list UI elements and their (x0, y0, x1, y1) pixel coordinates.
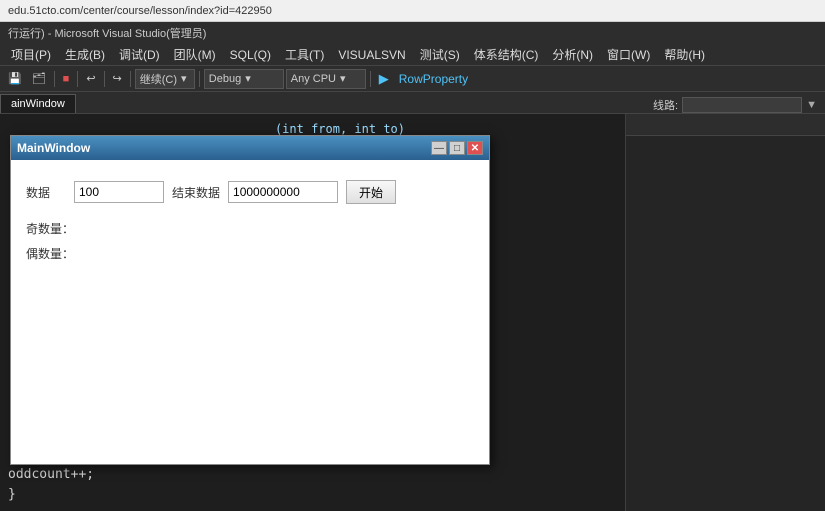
cpu-label: Any CPU (291, 73, 336, 85)
continue-dropdown[interactable]: 继续(C) ▾ (135, 69, 195, 89)
code-editor[interactable]: oddcount++; } (0, 461, 425, 511)
toolbar-separator-1 (54, 71, 55, 87)
menu-item-window[interactable]: 窗口(W) (600, 44, 657, 65)
start-button[interactable]: 开始 (346, 180, 396, 204)
search-label: 线路: (653, 97, 678, 113)
menu-item-project[interactable]: 项目(P) (4, 44, 58, 65)
dialog-close-button[interactable]: ✕ (467, 141, 483, 155)
result1-label: 奇数量： (26, 220, 74, 237)
cpu-arrow: ▾ (340, 72, 346, 85)
save-all-button[interactable]: 🗂 (28, 70, 50, 87)
code-line-1: oddcount++; (8, 465, 417, 485)
code-hint: (int from, int to) (275, 122, 405, 136)
end-data-label: 结束数据 (172, 184, 220, 201)
toolbar-separator-2 (77, 71, 78, 87)
right-panel (625, 114, 825, 511)
main-window-tab[interactable]: ainWindow (0, 94, 76, 113)
ide-container: 行运行) - Microsoft Visual Studio(管理员) 项目(P… (0, 22, 825, 511)
result-row-2: 偶数量： (26, 245, 474, 262)
stop-button[interactable]: ■ (59, 71, 74, 87)
ide-title: 行运行) - Microsoft Visual Studio(管理员) (8, 25, 206, 41)
title-bar: 行运行) - Microsoft Visual Studio(管理员) (0, 22, 825, 44)
menu-item-visualsvn[interactable]: VISUALSVN (331, 46, 412, 64)
result2-label: 偶数量： (26, 245, 74, 262)
menu-item-test[interactable]: 测试(S) (413, 44, 467, 65)
menu-item-tools[interactable]: 工具(T) (278, 44, 331, 65)
continue-label: 继续(C) (140, 71, 177, 87)
debug-mode-label: Debug (209, 73, 241, 85)
dialog-title-bar: MainWindow — □ ✕ (11, 136, 489, 160)
debug-arrow: ▾ (245, 72, 251, 85)
toolbar-separator-5 (199, 71, 200, 87)
menu-item-help[interactable]: 帮助(H) (657, 44, 712, 65)
menu-item-team[interactable]: 团队(M) (167, 44, 223, 65)
undo-button[interactable]: ↩ (82, 70, 99, 87)
toolbar-separator-6 (370, 71, 371, 87)
dialog-minimize-button[interactable]: — (431, 141, 447, 155)
save-button[interactable]: 💾 (4, 70, 26, 87)
menu-item-arch[interactable]: 体系结构(C) (467, 44, 546, 65)
toolbar: 💾 🗂 ■ ↩ ↪ 继续(C) ▾ Debug ▾ Any CPU ▾ ▶ Ro… (0, 66, 825, 92)
result-row-1: 奇数量： (26, 220, 474, 237)
search-input[interactable] (682, 97, 802, 113)
menu-bar: 项目(P) 生成(B) 调试(D) 团队(M) SQL(Q) 工具(T) VIS… (0, 44, 825, 66)
dialog-maximize-button[interactable]: □ (449, 141, 465, 155)
right-panel-header (626, 114, 825, 136)
redo-button[interactable]: ↪ (109, 70, 126, 87)
end-data-input[interactable] (228, 181, 338, 203)
toolbar-separator-3 (104, 71, 105, 87)
toolbar-separator-4 (130, 71, 131, 87)
right-panel-content (626, 136, 825, 511)
dialog-controls: — □ ✕ (431, 141, 483, 155)
debug-mode-dropdown[interactable]: Debug ▾ (204, 69, 284, 89)
dialog-input-row: 数据 结束数据 开始 (26, 180, 474, 204)
menu-item-debug[interactable]: 调试(D) (112, 44, 167, 65)
menu-item-build[interactable]: 生成(B) (58, 44, 112, 65)
dialog-title: MainWindow (17, 141, 90, 155)
cpu-dropdown[interactable]: Any CPU ▾ (286, 69, 366, 89)
menu-item-sql[interactable]: SQL(Q) (223, 46, 278, 64)
menu-item-analyze[interactable]: 分析(N) (545, 44, 600, 65)
browser-address-bar: edu.51cto.com/center/course/lesson/index… (0, 0, 825, 22)
dialog-window: MainWindow — □ ✕ 数据 结束数据 开始 奇数量： (10, 135, 490, 465)
code-line-2: } (8, 485, 417, 505)
dialog-content: 数据 结束数据 开始 奇数量： 偶数量： (11, 160, 489, 464)
row-property-label[interactable]: RowProperty (399, 72, 468, 86)
browser-url: edu.51cto.com/center/course/lesson/index… (8, 5, 272, 17)
continue-arrow: ▾ (181, 72, 187, 85)
tab-area: ainWindow 线路: ▼ (0, 92, 825, 114)
start-data-label: 数据 (26, 184, 66, 201)
start-data-input[interactable] (74, 181, 164, 203)
tab-label: ainWindow (11, 98, 65, 110)
scroll-down-icon[interactable]: ▼ (806, 99, 817, 111)
